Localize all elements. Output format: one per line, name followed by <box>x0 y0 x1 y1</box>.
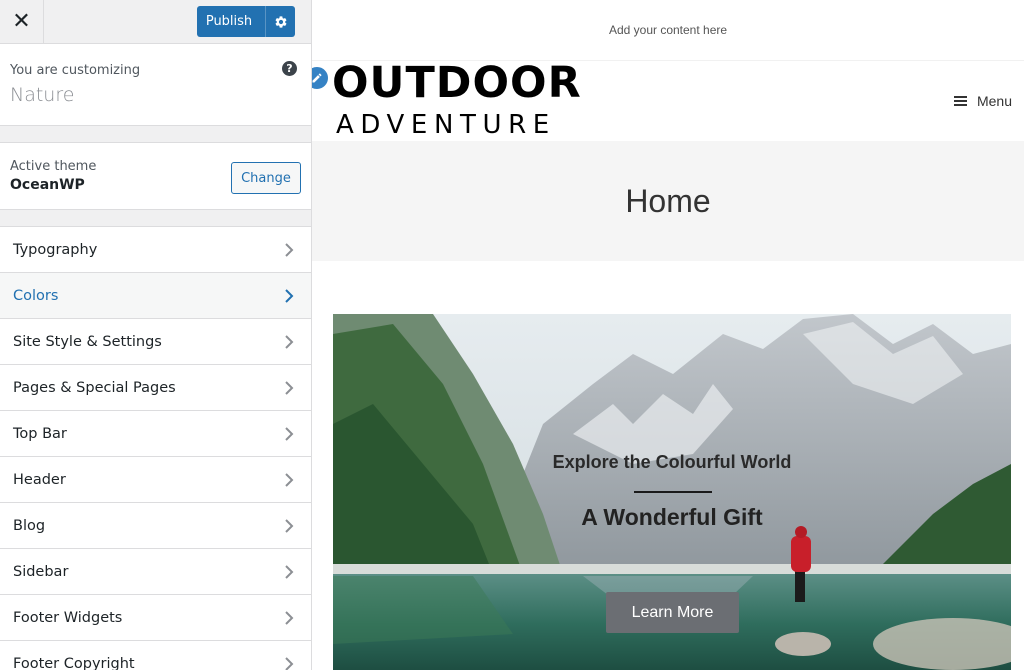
section-label: Sidebar <box>13 563 69 580</box>
section-label: Typography <box>13 241 98 258</box>
hamburger-icon <box>953 96 967 106</box>
chevron-right-icon <box>285 473 294 487</box>
hero-title: A Wonderful Gift <box>581 504 763 530</box>
section-item[interactable]: Sidebar <box>0 549 311 595</box>
menu-label: Menu <box>976 93 1012 109</box>
section-item[interactable]: Blog <box>0 503 311 549</box>
section-item[interactable]: Footer Widgets <box>0 595 311 641</box>
active-theme-panel: Active theme OceanWP Change <box>0 142 311 210</box>
section-label: Site Style & Settings <box>13 333 162 350</box>
change-theme-button[interactable]: Change <box>231 162 301 194</box>
section-label: Colors <box>13 287 59 304</box>
edit-shortcut-button[interactable] <box>312 65 330 91</box>
site-logo-line2[interactable]: ADVENTURE <box>336 111 556 139</box>
page-title-bar: Home <box>312 141 1024 261</box>
chevron-right-icon <box>285 519 294 533</box>
chevron-right-icon <box>285 611 294 625</box>
customizer-sidebar: ✕ Publish You are customizing Nature ? A… <box>0 0 312 670</box>
site-header: OUTDOOR ADVENTURE Menu <box>312 61 1024 141</box>
chevron-right-icon <box>285 381 294 395</box>
close-icon: ✕ <box>12 9 31 34</box>
section-item[interactable]: Typography <box>0 227 311 273</box>
top-bar-text: Add your content here <box>608 23 728 37</box>
help-icon[interactable]: ? <box>282 61 297 76</box>
hero-slide: Explore the Colourful World A Wonderful … <box>333 314 1011 670</box>
learn-more-button[interactable]: Learn More <box>606 592 739 633</box>
publish-label: Publish <box>205 14 253 29</box>
pencil-icon <box>312 73 322 83</box>
publish-button[interactable]: Publish <box>197 6 295 37</box>
menu-toggle[interactable]: Menu <box>953 93 1012 109</box>
customizer-section-list: Typography Colors Site Style & Settings … <box>0 226 311 670</box>
site-name: Nature <box>10 84 75 106</box>
hero-subtitle: Explore the Colourful World <box>552 452 792 472</box>
section-label: Blog <box>13 517 46 534</box>
gear-icon <box>275 15 286 28</box>
site-top-bar: Add your content here <box>312 0 1024 61</box>
customizing-info: You are customizing Nature ? <box>0 44 311 126</box>
section-item[interactable]: Top Bar <box>0 411 311 457</box>
help-label: ? <box>286 62 293 75</box>
chevron-right-icon <box>285 427 294 441</box>
page-title: Home <box>625 182 711 219</box>
publish-settings-button[interactable] <box>265 6 295 37</box>
customizing-label: You are customizing <box>10 63 141 78</box>
site-preview: Add your content here OUTDOOR ADVENTURE … <box>312 0 1024 670</box>
chevron-right-icon <box>285 565 294 579</box>
section-label: Footer Widgets <box>13 609 123 626</box>
section-item[interactable]: Header <box>0 457 311 503</box>
section-label: Pages & Special Pages <box>13 379 176 396</box>
site-logo-line1[interactable]: OUTDOOR <box>332 61 582 105</box>
section-label: Footer Copyright <box>13 655 135 670</box>
section-item[interactable]: Site Style & Settings <box>0 319 311 365</box>
customizer-header: ✕ Publish <box>0 0 311 44</box>
chevron-right-icon <box>285 657 294 670</box>
chevron-right-icon <box>285 289 294 303</box>
section-item[interactable]: Colors <box>0 273 311 319</box>
close-customizer-button[interactable]: ✕ <box>0 0 44 44</box>
chevron-right-icon <box>285 335 294 349</box>
section-item[interactable]: Pages & Special Pages <box>0 365 311 411</box>
hero-divider <box>634 491 712 493</box>
section-label: Header <box>13 471 66 488</box>
section-item[interactable]: Footer Copyright <box>0 641 311 670</box>
chevron-right-icon <box>285 243 294 257</box>
section-label: Top Bar <box>13 425 67 442</box>
